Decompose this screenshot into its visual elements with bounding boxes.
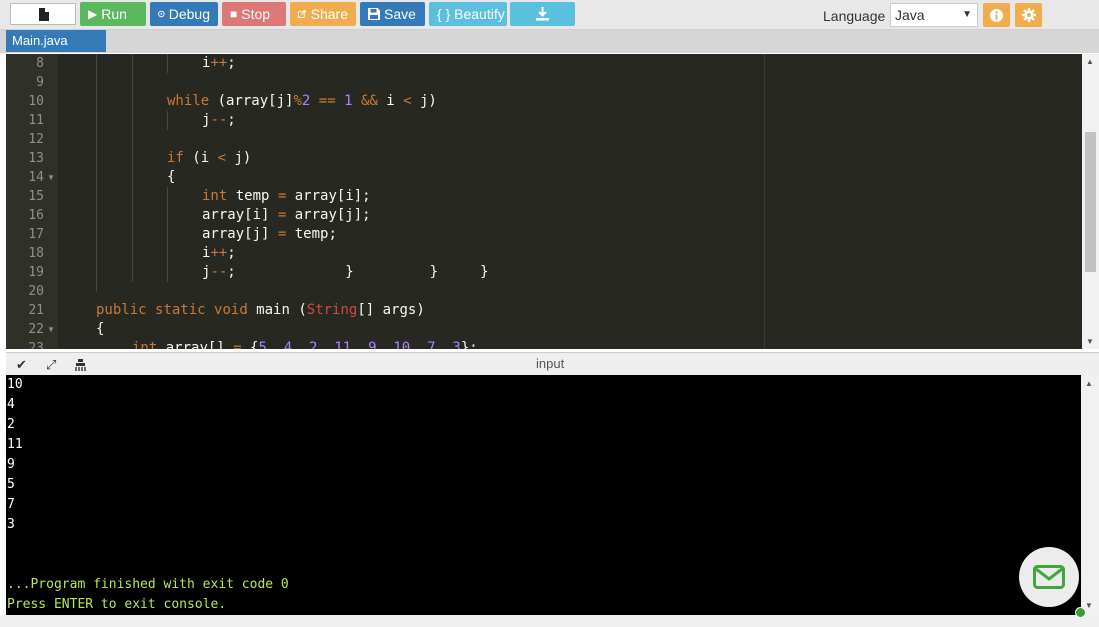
line-number: 8 (36, 56, 44, 71)
press-enter-prompt: Press ENTER to exit console. (7, 597, 227, 612)
code-line: array[j] = temp; (202, 226, 337, 242)
settings-button[interactable] (1015, 3, 1042, 27)
run-label: Run (101, 6, 127, 22)
line-number: 16 (28, 208, 44, 223)
mail-icon (1033, 565, 1065, 589)
code-line: int array[] = {5, 4, 2, 11, 9, 10, 7, 3}… (132, 340, 478, 349)
console-output[interactable]: 10 4 2 11 9 5 7 3 ...Program finished wi… (6, 375, 1081, 615)
share-icon (298, 10, 306, 18)
info-button[interactable] (983, 3, 1010, 27)
scroll-up-icon[interactable]: ▲ (1085, 379, 1093, 388)
code-line: j--; } } } (202, 264, 489, 280)
console-title: input (536, 356, 565, 371)
clear-console-icon[interactable] (74, 358, 88, 372)
download-button[interactable] (510, 2, 575, 26)
save-icon (368, 8, 380, 20)
line-gutter: 8 9 10 11 12 13 14 ▼ 15 16 17 18 19 20 2… (6, 54, 58, 349)
output-line: 3 (7, 517, 15, 532)
file-tab-bar: Main.java (0, 30, 1099, 53)
stop-icon: ■ (230, 7, 238, 21)
language-value: Java (895, 7, 925, 23)
debug-icon (158, 10, 165, 18)
line-number: 22 (28, 322, 44, 337)
indent-guide (167, 54, 168, 73)
scroll-down-icon[interactable]: ▼ (1086, 337, 1094, 346)
code-line: i++; (202, 55, 236, 71)
chevron-down-icon: ▼ (962, 9, 972, 20)
output-line: 2 (7, 417, 15, 432)
output-line: 10 (7, 377, 23, 392)
save-label: Save (384, 6, 416, 22)
toolbar: ▶ Run Debug ■ Stop Share Save {} Beauti… (0, 0, 1099, 30)
beautify-button[interactable]: { } Beautify (429, 2, 507, 26)
line-number: 23 (28, 341, 44, 349)
editor-scrollbar[interactable]: ▲ ▼ (1082, 54, 1099, 349)
language-label: Language (823, 8, 886, 24)
expand-icon[interactable]: ⤢ (46, 357, 56, 373)
scroll-down-icon[interactable]: ▼ (1085, 601, 1093, 610)
online-ide: ▶ Run Debug ■ Stop Share Save {} Beauti… (0, 0, 1099, 627)
code-line: public static void main (String[] args) (96, 302, 425, 318)
play-icon: ▶ (88, 7, 98, 21)
code-line: j--; (202, 112, 236, 128)
download-icon (536, 7, 549, 21)
info-icon (990, 8, 1003, 22)
line-number: 9 (36, 75, 44, 90)
code-line: while (array[j]%2 == 1 && i < j) (167, 93, 437, 109)
code-line: i++; (202, 245, 236, 261)
line-number: 19 (28, 265, 44, 280)
debug-label: Debug (168, 6, 210, 22)
line-number: 21 (28, 303, 44, 318)
line-number: 10 (28, 94, 44, 109)
bottom-bar (0, 615, 1099, 627)
fold-arrow-icon[interactable]: ▼ (47, 320, 55, 339)
stop-label: Stop (241, 6, 271, 22)
code-line: if (i < j) (167, 150, 252, 166)
feedback-button[interactable] (1019, 547, 1079, 607)
code-line: array[i] = array[j]; (202, 207, 371, 223)
gear-icon (1021, 8, 1036, 22)
code-line: { (96, 321, 105, 337)
console-scrollbar[interactable]: ▲ ▼ (1081, 375, 1099, 615)
editor-scroll-thumb[interactable] (1085, 132, 1096, 272)
status-dot (1075, 607, 1086, 618)
output-line: 11 (7, 437, 23, 452)
collapse-icon[interactable]: ✔ (16, 357, 27, 373)
line-number: 18 (28, 246, 44, 261)
new-file-button[interactable] (10, 3, 76, 25)
fold-arrow-icon[interactable]: ▼ (47, 168, 55, 187)
output-line: 7 (7, 497, 15, 512)
share-label: Share (310, 6, 348, 22)
indent-guide (167, 111, 168, 130)
debug-button[interactable]: Debug (150, 2, 218, 26)
output-line: 9 (7, 457, 15, 472)
print-margin (764, 54, 765, 349)
line-number: 17 (28, 227, 44, 242)
code-editor[interactable]: 8 9 10 11 12 13 14 ▼ 15 16 17 18 19 20 2… (6, 54, 1099, 349)
beautify-label: { } Beautify (437, 6, 505, 22)
language-select[interactable]: Java ▼ (890, 3, 978, 27)
line-number: 11 (28, 113, 44, 128)
output-line: 4 (7, 397, 15, 412)
scroll-up-icon[interactable]: ▲ (1086, 57, 1094, 66)
line-number: 12 (28, 132, 44, 147)
indent-guide (167, 187, 168, 282)
line-number: 20 (28, 284, 44, 299)
indent-guide (132, 54, 133, 282)
stop-button[interactable]: ■ Stop (222, 2, 286, 26)
save-button[interactable]: Save (360, 2, 425, 26)
line-number: 14 (28, 170, 44, 185)
share-button[interactable]: Share (290, 2, 356, 26)
code-line: int temp = array[i]; (202, 188, 371, 204)
exit-status: ...Program finished with exit code 0 (7, 577, 289, 592)
run-button[interactable]: ▶ Run (80, 2, 146, 26)
tab-main-java[interactable]: Main.java (6, 30, 106, 52)
file-icon (39, 8, 49, 21)
code-line: { (167, 169, 176, 185)
output-line: 5 (7, 477, 15, 492)
console-header: ✔ ⤢ input (6, 352, 1099, 375)
line-number: 15 (28, 189, 44, 204)
indent-guide (96, 54, 97, 292)
line-number: 13 (28, 151, 44, 166)
